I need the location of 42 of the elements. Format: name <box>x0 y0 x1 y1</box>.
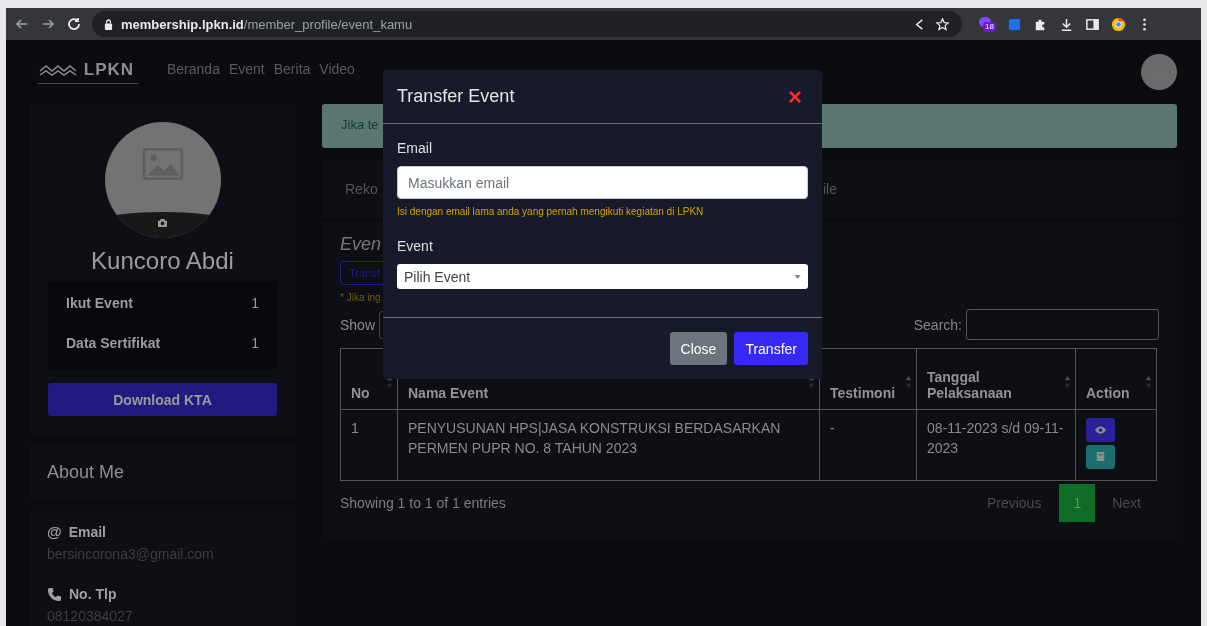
stat-label: Ikut Event <box>66 295 133 311</box>
close-button[interactable]: Close <box>669 332 728 365</box>
field-label: Email <box>397 140 433 156</box>
note-text: * Jika ing <box>340 292 381 303</box>
transfer-button[interactable]: Transfer <box>734 332 808 365</box>
table-cell: PENYUSUNAN HPS|JASA KONSTRUKSI BERDASARKAN PERMEN PUPR NO. 8 TAHUN 2023 <box>397 409 820 481</box>
search-label: Search: <box>913 316 962 333</box>
dialog-title: Transfer Event <box>397 86 515 107</box>
stat-value: 1 <box>251 335 259 351</box>
download-kta-button[interactable]: Download KTA <box>48 383 277 416</box>
section-title: About Me <box>47 462 126 483</box>
tab[interactable]: ile <box>823 181 837 197</box>
section-title: Even <box>340 234 382 255</box>
profile-name: Kuncoro Abdi <box>91 247 234 275</box>
event-select[interactable]: Pilih Event <box>397 264 808 289</box>
nav-link[interactable]: Beranda <box>167 61 220 77</box>
info-label: No. Tlp <box>69 586 117 602</box>
nav-link[interactable]: Event <box>228 61 265 77</box>
stat-value: 1 <box>251 295 259 311</box>
logo[interactable]: LPKN <box>38 60 138 84</box>
column-header[interactable]: Action <box>1075 348 1157 410</box>
info-label: Email <box>68 523 106 540</box>
nav-link[interactable]: Video <box>319 61 355 77</box>
alert-text: Jika te <box>341 117 379 132</box>
notification-badge: 18 <box>983 22 996 32</box>
close-button[interactable]: × <box>782 86 808 107</box>
at-sign-icon: @ <box>47 523 62 540</box>
logo-text: LPKN <box>83 60 136 80</box>
entries-info: Showing 1 to 1 of 1 entries <box>340 495 506 511</box>
tab[interactable]: Reko <box>345 181 378 197</box>
table-cell: 08-11-2023 s/d 09-11-2023 <box>916 409 1076 481</box>
table-cell: 1 <box>340 409 398 481</box>
table-cell: - <box>819 409 917 481</box>
column-header[interactable]: Tanggal Pelaksanaan <box>916 348 1076 410</box>
show-label: Show <box>340 316 376 333</box>
email-field[interactable]: Masukkan email <box>397 166 808 199</box>
help-text: Isi dengan email lama anda yang pernah mengikuti kegiatan di LPKN <box>397 206 705 217</box>
url-text: membership.lpkn.id/member_profile/event_kamu <box>121 16 414 32</box>
stat-label: Data Sertifikat <box>66 335 161 351</box>
nav-link[interactable]: Berita <box>273 61 311 77</box>
field-label: Event <box>397 238 434 254</box>
address-bar[interactable]: membership.lpkn.id/member_profile/event_kamu <box>92 11 962 37</box>
